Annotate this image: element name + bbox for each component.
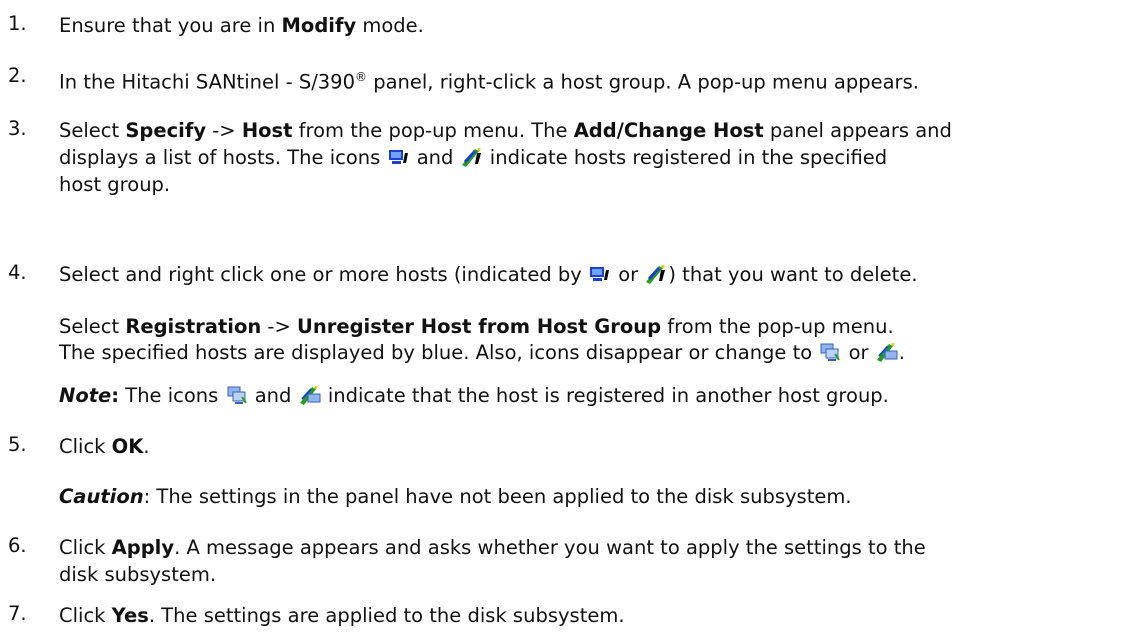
step-5-caution: Caution: The settings in the panel have … bbox=[59, 485, 852, 508]
step-4-registration: Select Registration -> Unregister Host f… bbox=[59, 315, 894, 338]
caution-label: Caution bbox=[59, 485, 144, 508]
step-4-result: The specified hosts are displayed by blu… bbox=[59, 341, 905, 364]
step-4-note: Note: The icons and indicate that the ho… bbox=[59, 384, 889, 407]
registered-mark: ® bbox=[355, 70, 367, 84]
step-number: 6. bbox=[8, 534, 27, 557]
step-number: 2. bbox=[8, 64, 27, 87]
host-other-group-icon bbox=[226, 385, 248, 405]
host-other-group-alt-icon bbox=[299, 385, 321, 405]
note-label: Note bbox=[59, 384, 112, 407]
procedure-steps: 1. Ensure that you are in Modify mode. 2… bbox=[0, 0, 1130, 637]
step-number: 5. bbox=[8, 433, 27, 456]
host-registered-alt-icon bbox=[645, 264, 667, 284]
host-registered-icon bbox=[589, 264, 611, 284]
host-other-group-alt-icon bbox=[876, 342, 898, 362]
host-registered-icon bbox=[388, 147, 410, 167]
mode-name: Modify bbox=[281, 14, 357, 37]
host-registered-alt-icon bbox=[461, 147, 483, 167]
step-number: 3. bbox=[8, 117, 27, 140]
step-number: 7. bbox=[8, 602, 27, 625]
step-number: 1. bbox=[8, 12, 27, 35]
step-number: 4. bbox=[8, 261, 27, 284]
host-other-group-icon bbox=[819, 342, 841, 362]
